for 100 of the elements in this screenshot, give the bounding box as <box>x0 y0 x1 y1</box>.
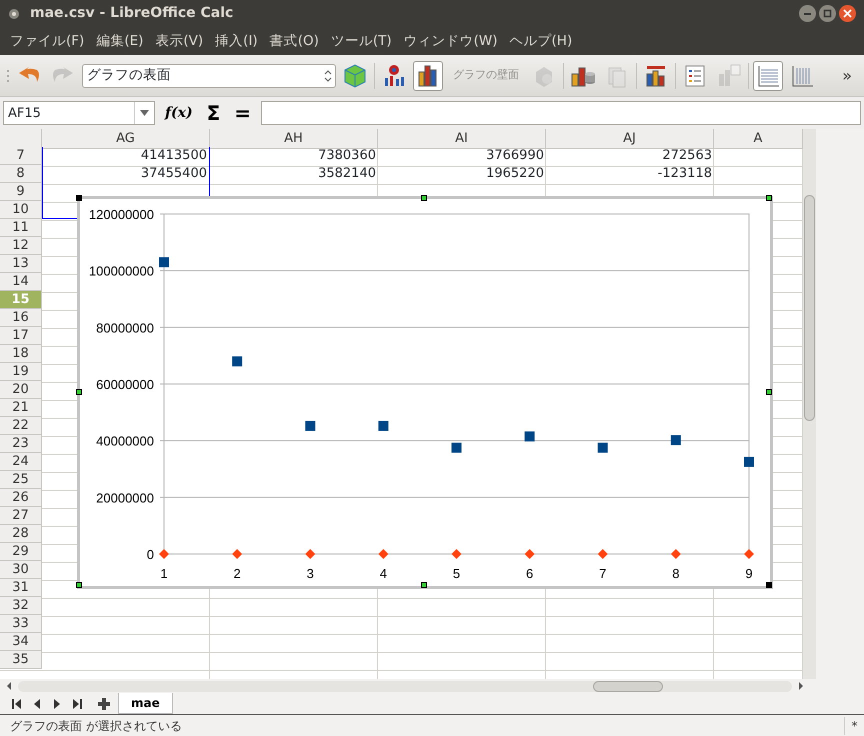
row-header[interactable]: 28 <box>0 525 42 544</box>
row-header[interactable]: 8 <box>0 165 42 184</box>
first-sheet-button[interactable] <box>10 698 24 710</box>
scroll-left-icon[interactable] <box>6 682 12 690</box>
app-icon <box>8 8 20 20</box>
close-button[interactable] <box>839 5 856 22</box>
add-sheet-button[interactable] <box>96 698 112 710</box>
menu-item[interactable]: ウィンドウ(W) <box>398 31 504 52</box>
formula-input[interactable] <box>261 101 861 126</box>
element-select[interactable]: グラフの表面 <box>82 64 336 88</box>
row-header[interactable]: 34 <box>0 633 42 652</box>
row-header[interactable]: 12 <box>0 237 42 256</box>
scroll-right-icon[interactable] <box>798 682 804 690</box>
row-header[interactable]: 24 <box>0 453 42 472</box>
maximize-button[interactable] <box>819 5 836 22</box>
y-axis-label: 40000000 <box>96 434 154 449</box>
menu-item[interactable]: 編集(E) <box>90 31 150 52</box>
menu-item[interactable]: ヘルプ(H) <box>504 31 578 52</box>
minimize-button[interactable] <box>799 5 816 22</box>
y-axis-label: 0 <box>146 547 154 562</box>
column-header[interactable]: AJ <box>546 129 714 150</box>
row-header[interactable]: 27 <box>0 507 42 526</box>
x-axis-label: 8 <box>672 566 680 582</box>
horizontal-scrollbar[interactable] <box>18 680 792 692</box>
row-header[interactable]: 19 <box>0 363 42 382</box>
row-header[interactable]: 33 <box>0 615 42 634</box>
row-header[interactable]: 35 <box>0 651 42 670</box>
row-header[interactable]: 23 <box>0 435 42 454</box>
x-axis-label: 4 <box>380 566 387 582</box>
row-header[interactable]: 21 <box>0 399 42 418</box>
vertical-scrollbar[interactable] <box>803 129 816 680</box>
table-cell-text: 7380360 <box>317 147 377 166</box>
table-cell-text: 1965220 <box>485 165 545 184</box>
column-header[interactable]: AG <box>42 129 210 150</box>
menu-item[interactable]: 書式(O) <box>264 31 325 52</box>
row-header[interactable]: 7 <box>0 147 42 166</box>
column-header[interactable]: AI <box>378 129 546 150</box>
row-header[interactable]: 10 <box>0 201 42 220</box>
last-sheet-button[interactable] <box>70 698 84 710</box>
selection-handle[interactable] <box>76 195 82 202</box>
range-outline: 37455400 <box>42 165 210 184</box>
row-header[interactable]: 26 <box>0 489 42 508</box>
menu-item[interactable]: ツール(T) <box>324 31 398 52</box>
bar-chart-button[interactable] <box>413 60 443 91</box>
toolbar-grip-icon <box>6 68 10 84</box>
chart-area[interactable]: 0 20000000 40000000 60000000 80000000 100000000 120000000 1 2 3 4 5 6 7 8 9 <box>77 196 773 590</box>
row-header[interactable]: 20 <box>0 381 42 400</box>
selection-handle[interactable] <box>421 195 427 202</box>
row-header[interactable]: 13 <box>0 255 42 274</box>
selection-handle[interactable] <box>766 388 772 395</box>
sum-button[interactable]: Σ <box>202 103 224 124</box>
selection-handle[interactable] <box>421 582 427 588</box>
first-sheet-icon <box>12 698 22 710</box>
formula-button[interactable]: = <box>230 103 256 124</box>
row-header[interactable]: 17 <box>0 327 42 346</box>
x-axis-label: 6 <box>526 566 534 582</box>
row-header[interactable]: 14 <box>0 273 42 292</box>
table-cell-text: 272563 <box>661 147 713 166</box>
selection-handle[interactable] <box>76 582 82 588</box>
dropdown-arrow-icon[interactable] <box>140 110 149 116</box>
x-axis-label: 5 <box>452 566 460 582</box>
menu-item[interactable]: 挿入(I) <box>209 31 264 52</box>
row-header[interactable]: 9 <box>0 183 42 202</box>
row-header[interactable]: 31 <box>0 579 42 598</box>
function-wizard-button[interactable]: f(x) <box>161 106 197 120</box>
selection-handle[interactable] <box>766 195 772 202</box>
modified-indicator: * <box>844 716 864 735</box>
y-axis-label: 100000000 <box>88 264 154 279</box>
maximize-icon <box>823 9 832 18</box>
row-header[interactable]: 32 <box>0 597 42 616</box>
selection-handle[interactable] <box>76 388 82 395</box>
x-axis-label: 1 <box>160 566 168 582</box>
table-cell-text: -123118 <box>656 165 713 184</box>
row-header[interactable]: 30 <box>0 561 42 580</box>
add-sheet-icon <box>98 698 110 710</box>
overflow-button[interactable]: » <box>836 62 858 89</box>
status-message: グラフの表面 が選択されている <box>10 718 182 735</box>
menu-item[interactable]: ファイル(F) <box>4 31 90 52</box>
x-axis-label: 3 <box>306 566 314 582</box>
last-sheet-icon <box>72 698 82 710</box>
table-cell-text: 3582140 <box>317 165 377 184</box>
row-header[interactable]: 11 <box>0 219 42 238</box>
row-header[interactable]: 16 <box>0 309 42 328</box>
table-cell-text: 3766990 <box>485 147 545 166</box>
selection-handle[interactable] <box>766 582 772 588</box>
y-axis-label: 120000000 <box>88 207 154 222</box>
sheet-tab[interactable]: mae <box>118 693 173 714</box>
row-header[interactable]: 22 <box>0 417 42 436</box>
y-axis-label: 60000000 <box>96 377 154 392</box>
y-axis-label: 80000000 <box>96 320 154 336</box>
row-header[interactable]: 29 <box>0 543 42 562</box>
row-header[interactable]: 25 <box>0 471 42 490</box>
column-header[interactable]: A <box>714 129 803 150</box>
previous-sheet-icon <box>32 698 42 710</box>
menu-item[interactable]: 表示(V) <box>149 31 210 52</box>
range-outline: 41413500 <box>42 147 210 166</box>
name-box[interactable]: AF15 <box>3 101 155 126</box>
column-header[interactable]: AH <box>210 129 378 150</box>
horizontal-grid-button[interactable] <box>753 60 783 91</box>
row-header[interactable]: 18 <box>0 345 42 364</box>
